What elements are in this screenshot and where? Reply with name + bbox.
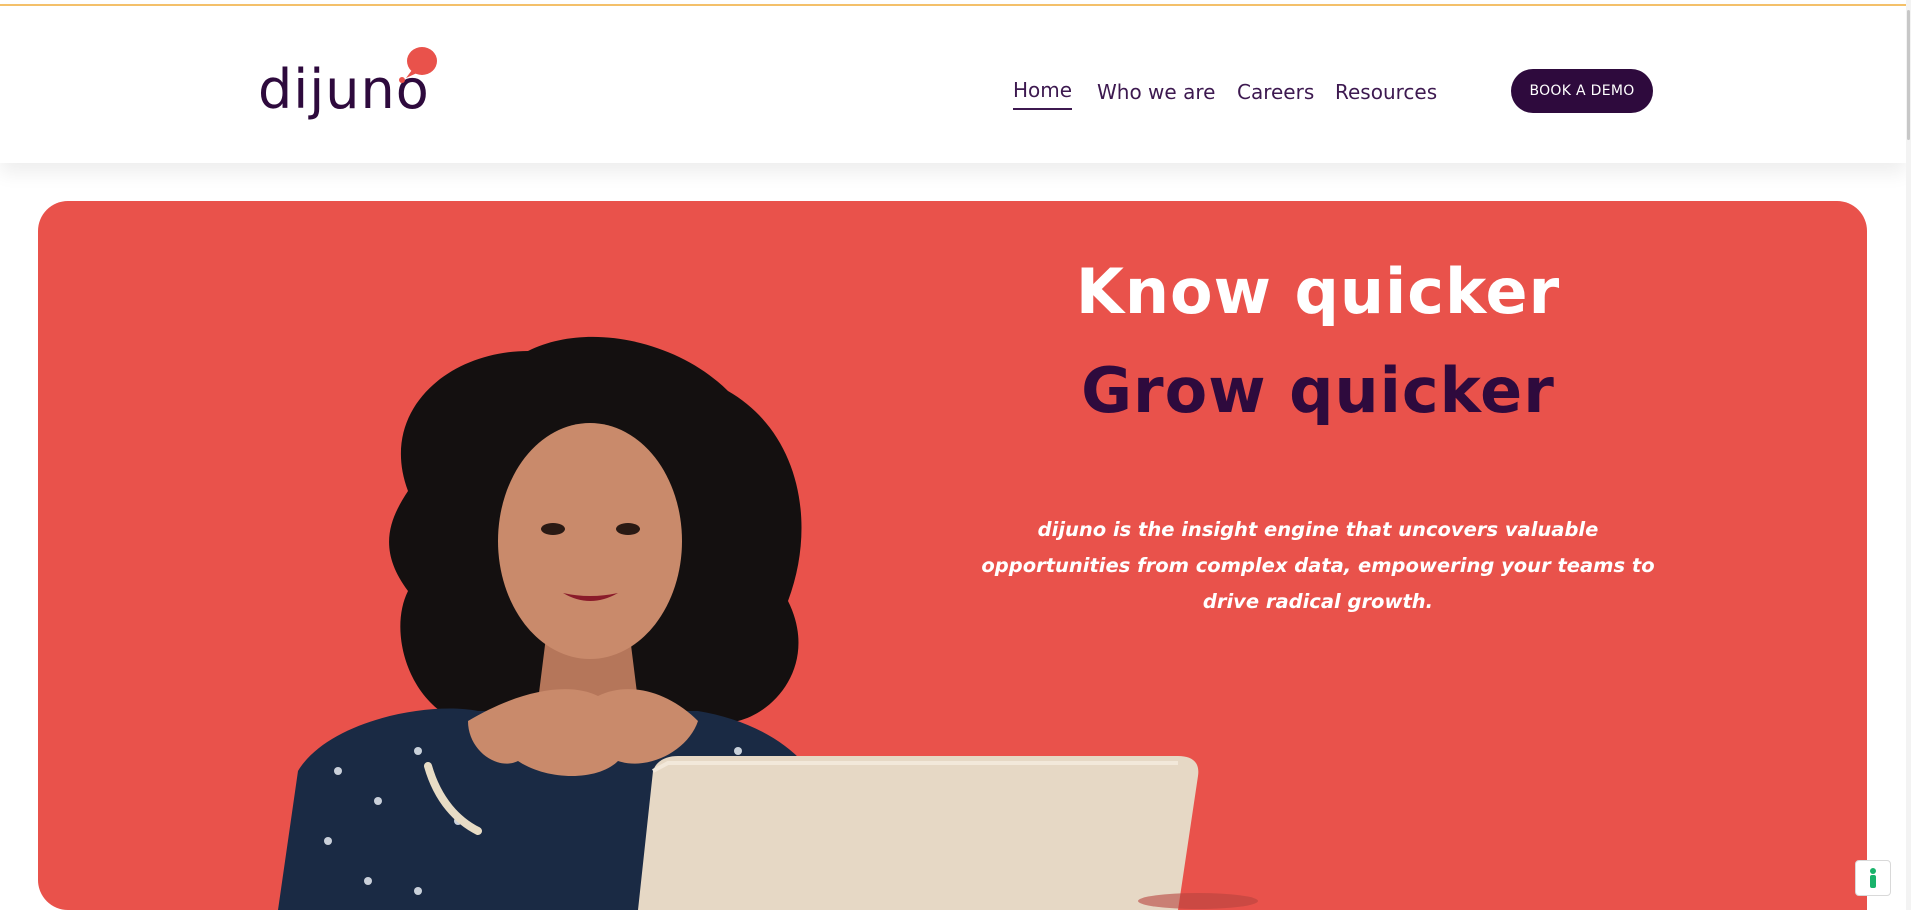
site-header: dijuno Home Who we are Careers Resources… [0, 6, 1906, 163]
tagline-line: drive radical growth. [1202, 590, 1434, 613]
accessibility-widget-button[interactable] [1855, 860, 1891, 896]
tagline-line: dijuno is the insight engine that uncove… [1037, 518, 1599, 541]
nav-who-we-are[interactable]: Who we are [1097, 72, 1215, 112]
dijuno-logo[interactable]: dijuno [258, 42, 448, 132]
tagline-line: opportunities from complex data, empower… [981, 554, 1655, 577]
hero-headline-grow: Grow quicker [1081, 354, 1555, 427]
scrollbar-thumb[interactable] [1907, 10, 1910, 140]
hero-section: Know quicker Grow quicker dijuno is the … [38, 201, 1867, 910]
nav-home[interactable]: Home [1013, 72, 1073, 110]
nav-careers[interactable]: Careers [1237, 72, 1314, 112]
nav-resources[interactable]: Resources [1335, 72, 1437, 112]
book-demo-button[interactable]: BOOK A DEMO [1511, 69, 1653, 113]
accessibility-icon [1870, 868, 1876, 888]
hero-headline-know: Know quicker [1075, 255, 1561, 328]
hero-tagline: dijuno is the insight engine that uncove… [958, 512, 1678, 620]
speech-bubble-icon [399, 47, 437, 83]
page-scrollbar[interactable] [1906, 0, 1911, 910]
